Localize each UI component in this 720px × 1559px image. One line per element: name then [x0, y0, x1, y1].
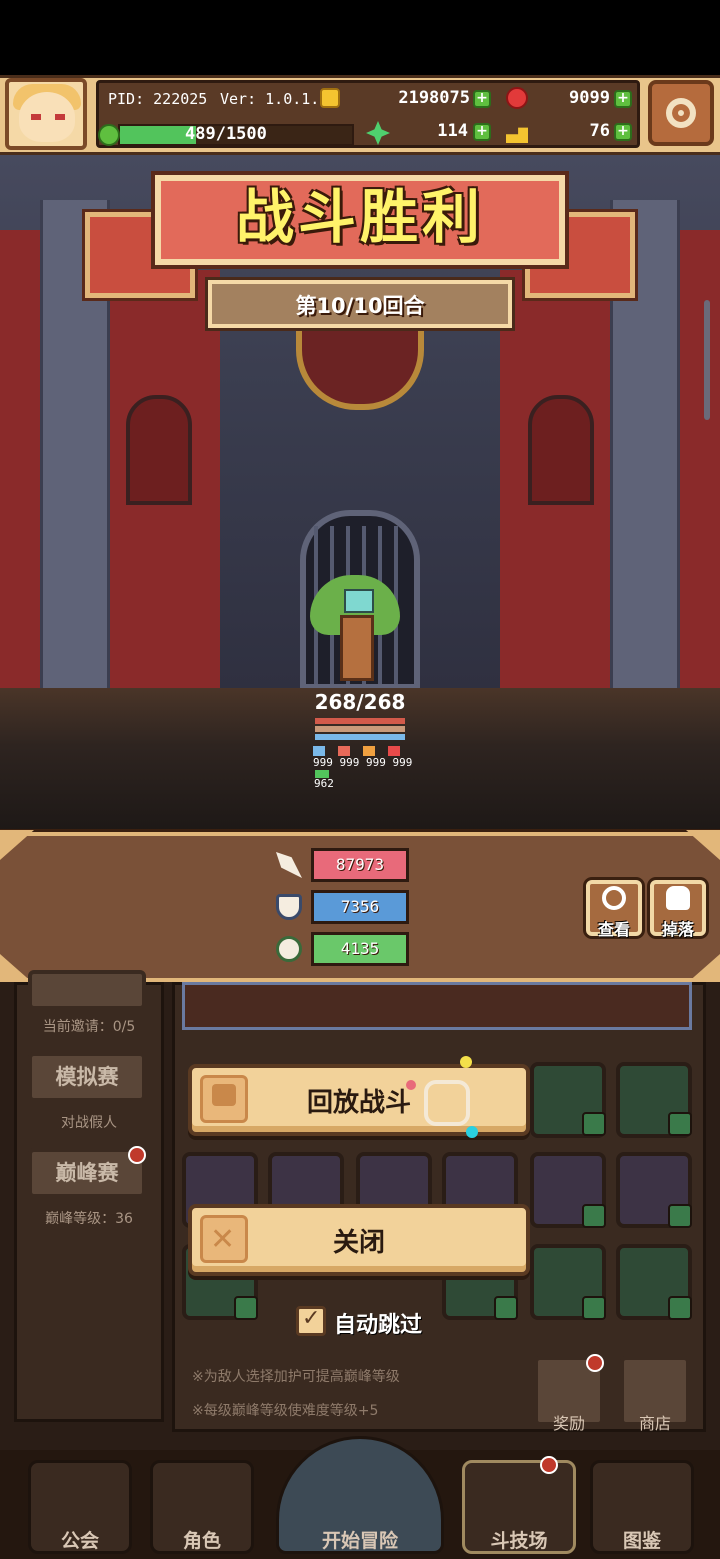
notification-dot [128, 1146, 146, 1164]
hero-hp: 268/268 [314, 690, 406, 714]
strength-buff-icon [338, 746, 350, 756]
cursor-sparkle [466, 1126, 478, 1138]
stamina-value: 489/1500 [185, 124, 267, 144]
check-icon [234, 1296, 258, 1320]
check-icon [582, 1296, 606, 1320]
notification-dot [540, 1456, 558, 1474]
add-gold-button[interactable]: + [473, 90, 491, 108]
skull-icon [666, 886, 690, 910]
regen-buff-value: 962 [314, 777, 334, 790]
checkmark-icon: ✓ [302, 1306, 321, 1331]
nav-guild-label: 公会 [60, 1530, 99, 1552]
player-avatar[interactable] [5, 78, 87, 150]
frost-buff-icon [313, 746, 325, 756]
round-counter: 第10/10回合 [295, 294, 425, 318]
avatar-face [19, 92, 75, 142]
heal-icon [276, 936, 302, 962]
key-amount: 76 [589, 121, 610, 141]
opponent-preview [182, 982, 692, 1030]
gold-amount: 2198075 [398, 88, 470, 108]
nav-codex-label: 图鉴 [622, 1530, 661, 1552]
scene-wall-left [0, 230, 40, 690]
status-bar-area [0, 0, 720, 75]
player-id: PID: 222025 [108, 90, 208, 108]
avatar-eye-left [31, 114, 41, 120]
cursor-sparkle [406, 1080, 416, 1090]
gem-amount: 9099 [569, 88, 610, 108]
heal-stat: 4135 [311, 932, 409, 966]
hero-character [310, 575, 400, 685]
invitational-button[interactable] [28, 970, 146, 1010]
simulation-desc: 对战假人 [61, 1115, 117, 1131]
invite-count: 当前邀请：0/5 [42, 1019, 136, 1035]
add-clover-button[interactable]: + [473, 123, 491, 141]
scene-window-right [528, 395, 594, 505]
auto-skip-label: 自动跳过 [334, 1313, 423, 1338]
scene-window-left [126, 395, 192, 505]
peak-note-2: ※每级巅峰等级使难度等级+5 [192, 1403, 379, 1419]
drops-button-label: 掉落 [661, 920, 694, 939]
mode-sidebar [14, 982, 164, 1422]
red-gem-icon [506, 87, 528, 109]
check-icon [582, 1204, 606, 1228]
shield-icon [276, 894, 302, 920]
shop-label: 商店 [638, 1414, 671, 1433]
rewards-label: 奖励 [552, 1414, 585, 1433]
fire-buff-icon [363, 746, 375, 756]
gear-icon [666, 98, 696, 128]
replay-battle-label: 回放战斗 [306, 1088, 411, 1118]
view-button-label: 查看 [597, 920, 630, 939]
stamina-icon [98, 124, 120, 146]
victory-title: 战斗胜利 [235, 183, 484, 251]
defense-stat: 7356 [311, 890, 409, 924]
nav-arena-label: 斗技场 [490, 1530, 548, 1552]
avatar-eye-right [55, 114, 65, 120]
cursor-sparkle [460, 1056, 472, 1068]
nav-start-adventure-label: 开始冒险 [321, 1530, 398, 1552]
check-icon [494, 1296, 518, 1320]
notification-dot [586, 1354, 604, 1372]
settings-button[interactable] [648, 80, 714, 146]
peak-level: 巅峰等级：36 [45, 1211, 133, 1227]
scroll-indicator [704, 300, 710, 420]
close-button-label: 关闭 [332, 1228, 385, 1258]
attack-stat: 87973 [311, 848, 409, 882]
tap-cursor [424, 1080, 470, 1126]
shield-bar [315, 726, 405, 732]
add-key-button[interactable]: + [614, 123, 632, 141]
magnifier-icon [602, 886, 626, 910]
check-icon [582, 1112, 606, 1136]
check-icon [668, 1112, 692, 1136]
add-gem-button[interactable]: + [614, 90, 632, 108]
gold-coin-icon [320, 88, 340, 108]
bleed-buff-icon [388, 746, 400, 756]
check-icon [668, 1296, 692, 1320]
peak-note-1: ※为敌人选择加护可提高巅峰等级 [192, 1369, 400, 1385]
simulation-match-button[interactable]: 模拟赛 [28, 1052, 146, 1102]
clover-amount: 114 [437, 121, 468, 141]
scene-wall-right [680, 230, 720, 690]
mana-bar [315, 734, 405, 740]
check-icon [668, 1204, 692, 1228]
nav-character-label: 角色 [182, 1530, 221, 1552]
buff-values: 999 999 999 999 [313, 756, 413, 769]
hp-bar [315, 718, 405, 724]
